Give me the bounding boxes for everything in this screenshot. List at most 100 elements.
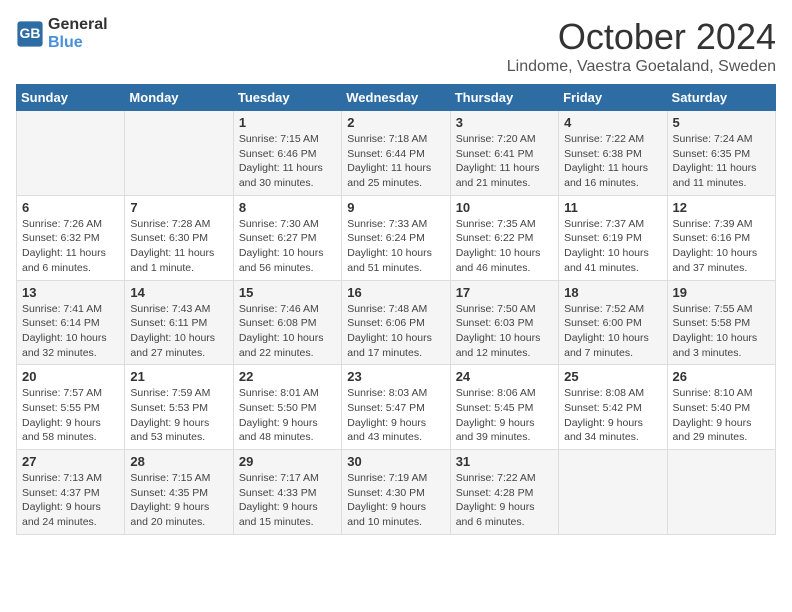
day-number: 22 — [239, 369, 336, 384]
calendar-cell: 15 Sunrise: 7:46 AM Sunset: 6:08 PM Dayli… — [233, 280, 341, 365]
calendar-cell: 11 Sunrise: 7:37 AM Sunset: 6:19 PM Dayli… — [559, 195, 667, 280]
day-number: 6 — [22, 200, 119, 215]
day-number: 30 — [347, 454, 444, 469]
day-number: 9 — [347, 200, 444, 215]
day-info: Sunrise: 7:15 AM Sunset: 6:46 PM Dayligh… — [239, 132, 336, 191]
day-info: Sunrise: 7:18 AM Sunset: 6:44 PM Dayligh… — [347, 132, 444, 191]
calendar-week-3: 13 Sunrise: 7:41 AM Sunset: 6:14 PM Dayli… — [17, 280, 776, 365]
day-number: 31 — [456, 454, 553, 469]
calendar-cell: 22 Sunrise: 8:01 AM Sunset: 5:50 PM Dayli… — [233, 365, 341, 450]
title-area: October 2024 Lindome, Vaestra Goetaland,… — [507, 16, 776, 76]
day-info: Sunrise: 7:22 AM Sunset: 4:28 PM Dayligh… — [456, 471, 553, 530]
calendar-week-5: 27Sunrise: 7:13 AM Sunset: 4:37 PM Dayli… — [17, 450, 776, 535]
calendar-cell: 31 Sunrise: 7:22 AM Sunset: 4:28 PM Dayli… — [450, 450, 558, 535]
day-number: 3 — [456, 115, 553, 130]
day-info: Sunrise: 7:46 AM Sunset: 6:08 PM Dayligh… — [239, 302, 336, 361]
day-info: Sunrise: 7:52 AM Sunset: 6:00 PM Dayligh… — [564, 302, 661, 361]
day-info: Sunrise: 7:33 AM Sunset: 6:24 PM Dayligh… — [347, 217, 444, 276]
day-info: Sunrise: 8:06 AM Sunset: 5:45 PM Dayligh… — [456, 386, 553, 445]
day-info: Sunrise: 7:19 AM Sunset: 4:30 PM Dayligh… — [347, 471, 444, 530]
day-number: 16 — [347, 285, 444, 300]
day-info: Sunrise: 7:30 AM Sunset: 6:27 PM Dayligh… — [239, 217, 336, 276]
calendar-cell: 8Sunrise: 7:30 AM Sunset: 6:27 PM Daylig… — [233, 195, 341, 280]
logo: GB General Blue — [16, 16, 108, 51]
day-number: 10 — [456, 200, 553, 215]
calendar-cell: 19 Sunrise: 7:55 AM Sunset: 5:58 PM Dayli… — [667, 280, 775, 365]
day-number: 19 — [673, 285, 770, 300]
day-info: Sunrise: 7:28 AM Sunset: 6:30 PM Dayligh… — [130, 217, 227, 276]
day-number: 18 — [564, 285, 661, 300]
logo-icon: GB — [16, 20, 44, 48]
calendar-cell: 6 Sunrise: 7:26 AM Sunset: 6:32 PM Daylig… — [17, 195, 125, 280]
svg-text:GB: GB — [20, 25, 41, 41]
calendar-cell — [559, 450, 667, 535]
day-info: Sunrise: 7:20 AM Sunset: 6:41 PM Dayligh… — [456, 132, 553, 191]
weekday-header-wednesday: Wednesday — [342, 85, 450, 111]
day-number: 26 — [673, 369, 770, 384]
day-number: 28 — [130, 454, 227, 469]
day-info: Sunrise: 7:59 AM Sunset: 5:53 PM Dayligh… — [130, 386, 227, 445]
calendar-cell: 7 Sunrise: 7:28 AM Sunset: 6:30 PM Daylig… — [125, 195, 233, 280]
day-info: Sunrise: 7:57 AM Sunset: 5:55 PM Dayligh… — [22, 386, 119, 445]
calendar-cell: 5 Sunrise: 7:24 AM Sunset: 6:35 PM Daylig… — [667, 111, 775, 196]
day-number: 17 — [456, 285, 553, 300]
day-number: 23 — [347, 369, 444, 384]
calendar-cell — [125, 111, 233, 196]
day-number: 7 — [130, 200, 227, 215]
day-info: Sunrise: 7:41 AM Sunset: 6:14 PM Dayligh… — [22, 302, 119, 361]
day-info: Sunrise: 8:01 AM Sunset: 5:50 PM Dayligh… — [239, 386, 336, 445]
calendar-cell: 9 Sunrise: 7:33 AM Sunset: 6:24 PM Daylig… — [342, 195, 450, 280]
day-info: Sunrise: 7:39 AM Sunset: 6:16 PM Dayligh… — [673, 217, 770, 276]
calendar-week-1: 1 Sunrise: 7:15 AM Sunset: 6:46 PM Daylig… — [17, 111, 776, 196]
day-number: 24 — [456, 369, 553, 384]
day-info: Sunrise: 7:35 AM Sunset: 6:22 PM Dayligh… — [456, 217, 553, 276]
day-info: Sunrise: 7:17 AM Sunset: 4:33 PM Dayligh… — [239, 471, 336, 530]
day-number: 15 — [239, 285, 336, 300]
weekday-header-monday: Monday — [125, 85, 233, 111]
logo-text-line2: Blue — [48, 34, 108, 52]
header: GB General Blue October 2024 Lindome, Va… — [16, 16, 776, 76]
calendar-cell: 4 Sunrise: 7:22 AM Sunset: 6:38 PM Daylig… — [559, 111, 667, 196]
calendar-cell: 3 Sunrise: 7:20 AM Sunset: 6:41 PM Daylig… — [450, 111, 558, 196]
calendar-cell: 24 Sunrise: 8:06 AM Sunset: 5:45 PM Dayli… — [450, 365, 558, 450]
day-info: Sunrise: 7:37 AM Sunset: 6:19 PM Dayligh… — [564, 217, 661, 276]
day-number: 14 — [130, 285, 227, 300]
calendar-table: SundayMondayTuesdayWednesdayThursdayFrid… — [16, 84, 776, 535]
day-info: Sunrise: 7:24 AM Sunset: 6:35 PM Dayligh… — [673, 132, 770, 191]
day-info: Sunrise: 7:50 AM Sunset: 6:03 PM Dayligh… — [456, 302, 553, 361]
day-info: Sunrise: 7:55 AM Sunset: 5:58 PM Dayligh… — [673, 302, 770, 361]
weekday-header-friday: Friday — [559, 85, 667, 111]
day-number: 27 — [22, 454, 119, 469]
month-title: October 2024 — [507, 16, 776, 58]
day-number: 1 — [239, 115, 336, 130]
day-info: Sunrise: 8:08 AM Sunset: 5:42 PM Dayligh… — [564, 386, 661, 445]
calendar-cell: 2 Sunrise: 7:18 AM Sunset: 6:44 PM Daylig… — [342, 111, 450, 196]
calendar-cell: 26Sunrise: 8:10 AM Sunset: 5:40 PM Dayli… — [667, 365, 775, 450]
calendar-cell: 25Sunrise: 8:08 AM Sunset: 5:42 PM Dayli… — [559, 365, 667, 450]
calendar-cell: 28 Sunrise: 7:15 AM Sunset: 4:35 PM Dayli… — [125, 450, 233, 535]
day-info: Sunrise: 7:22 AM Sunset: 6:38 PM Dayligh… — [564, 132, 661, 191]
day-number: 4 — [564, 115, 661, 130]
weekday-header-sunday: Sunday — [17, 85, 125, 111]
calendar-cell: 27Sunrise: 7:13 AM Sunset: 4:37 PM Dayli… — [17, 450, 125, 535]
calendar-cell — [17, 111, 125, 196]
day-number: 12 — [673, 200, 770, 215]
day-info: Sunrise: 7:26 AM Sunset: 6:32 PM Dayligh… — [22, 217, 119, 276]
day-number: 11 — [564, 200, 661, 215]
day-number: 5 — [673, 115, 770, 130]
calendar-cell: 21Sunrise: 7:59 AM Sunset: 5:53 PM Dayli… — [125, 365, 233, 450]
calendar-week-4: 20 Sunrise: 7:57 AM Sunset: 5:55 PM Dayli… — [17, 365, 776, 450]
day-number: 2 — [347, 115, 444, 130]
day-info: Sunrise: 7:43 AM Sunset: 6:11 PM Dayligh… — [130, 302, 227, 361]
day-number: 13 — [22, 285, 119, 300]
location-subtitle: Lindome, Vaestra Goetaland, Sweden — [507, 58, 776, 76]
day-info: Sunrise: 7:15 AM Sunset: 4:35 PM Dayligh… — [130, 471, 227, 530]
calendar-cell: 29Sunrise: 7:17 AM Sunset: 4:33 PM Dayli… — [233, 450, 341, 535]
calendar-cell: 23Sunrise: 8:03 AM Sunset: 5:47 PM Dayli… — [342, 365, 450, 450]
weekday-header-thursday: Thursday — [450, 85, 558, 111]
calendar-cell: 16Sunrise: 7:48 AM Sunset: 6:06 PM Dayli… — [342, 280, 450, 365]
calendar-cell: 10 Sunrise: 7:35 AM Sunset: 6:22 PM Dayli… — [450, 195, 558, 280]
calendar-cell: 17 Sunrise: 7:50 AM Sunset: 6:03 PM Dayli… — [450, 280, 558, 365]
weekday-header-row: SundayMondayTuesdayWednesdayThursdayFrid… — [17, 85, 776, 111]
day-number: 20 — [22, 369, 119, 384]
